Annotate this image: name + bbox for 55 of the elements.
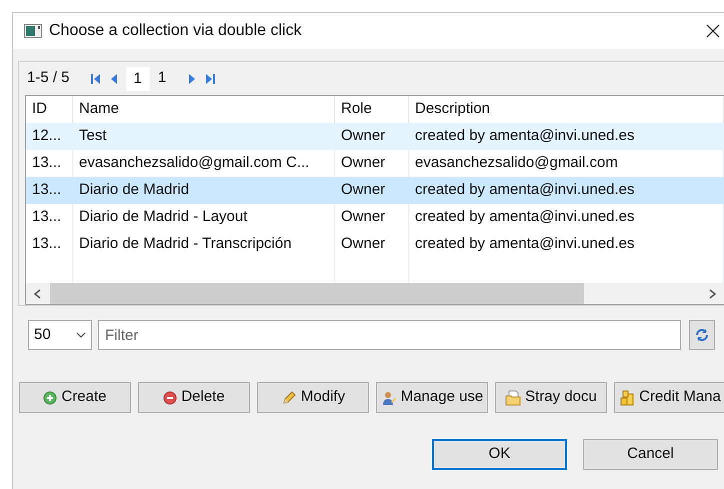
- plus-icon: [43, 390, 58, 404]
- page-size-select[interactable]: 50: [28, 320, 92, 350]
- table-cell-text: Diario de Madrid: [79, 180, 190, 200]
- table-row[interactable]: 13... Diario de Madrid - Layout Owner created by amenta@invi.uned.es: [26, 204, 724, 231]
- action-button[interactable]: Stray docu: [495, 382, 607, 413]
- table-cell-text: created by amenta@invi.uned.es: [415, 234, 635, 254]
- page-field[interactable]: 1: [126, 66, 150, 90]
- next-page-icon[interactable]: [188, 72, 196, 84]
- table-cell-text: Diario de Madrid - Transcripción: [79, 234, 292, 254]
- dialog-button[interactable]: Cancel: [583, 439, 718, 470]
- filter-field[interactable]: Filter: [98, 320, 681, 350]
- close-icon[interactable]: [706, 24, 720, 38]
- table-cell-text: 13...: [32, 180, 62, 200]
- table-cell-text: Owner: [341, 207, 386, 228]
- action-button[interactable]: Manage use: [376, 382, 488, 413]
- last-page-icon[interactable]: [204, 72, 216, 84]
- table-cell-text: 13...: [32, 234, 62, 254]
- window-title: Choose a collection via double click: [49, 21, 302, 41]
- table-cell-text: 13...: [32, 153, 62, 174]
- table-row[interactable]: 13... Diario de Madrid - Transcripción Owner created by amenta@invi.uned.es: [26, 231, 724, 258]
- horizontal-scrollbar[interactable]: [26, 283, 724, 304]
- window-icon: [24, 24, 42, 38]
- table-cell-text: Owner: [341, 234, 386, 254]
- pencil-icon: [280, 390, 297, 406]
- dialog-button[interactable]: OK: [432, 439, 567, 470]
- person-icon: [380, 390, 397, 406]
- dropdown-caret-icon: [76, 332, 86, 338]
- folder-icon: [505, 390, 522, 406]
- table-cell-text: Owner: [341, 180, 386, 200]
- table-cell-text: 13...: [32, 207, 62, 228]
- action-button[interactable]: Credit Mana: [614, 382, 724, 413]
- coins-icon: [619, 390, 636, 406]
- page-range: 1-5 / 5: [27, 68, 70, 88]
- table-cell-text: created by amenta@invi.uned.es: [415, 207, 635, 228]
- table-cell-text: evasanchezsalido@gmail.com C...: [79, 153, 310, 174]
- table-cell-text: Test: [79, 126, 107, 146]
- table-cell-text: Owner: [341, 153, 386, 174]
- action-button[interactable]: Create: [19, 382, 131, 413]
- refresh-icon: [694, 327, 710, 343]
- table-row[interactable]: 13... evasanchezsalido@gmail.com C... Owner evasanchezsalido@gmail.com: [26, 150, 724, 177]
- page-count: 1: [158, 68, 166, 88]
- previous-page-icon[interactable]: [110, 72, 118, 84]
- table-row[interactable]: 13... Diario de Madrid Owner created by amenta@invi.uned.es: [26, 177, 724, 204]
- table-cell-text: 12...: [32, 126, 62, 146]
- table-cell-text: created by amenta@invi.uned.es: [415, 180, 635, 200]
- minus-icon: [163, 390, 178, 404]
- refresh-button[interactable]: [689, 320, 715, 350]
- table-cell-text: evasanchezsalido@gmail.com: [415, 153, 618, 174]
- table-cell-text: created by amenta@invi.uned.es: [415, 126, 635, 146]
- action-button[interactable]: Delete: [138, 382, 250, 413]
- table-row[interactable]: 12... Test Owner created by amenta@invi.uned.es: [26, 123, 724, 150]
- first-page-icon[interactable]: [90, 72, 102, 84]
- table-cell-text: Diario de Madrid - Layout: [79, 207, 248, 228]
- table-cell-text: Owner: [341, 126, 386, 146]
- action-button[interactable]: Modify: [257, 382, 369, 413]
